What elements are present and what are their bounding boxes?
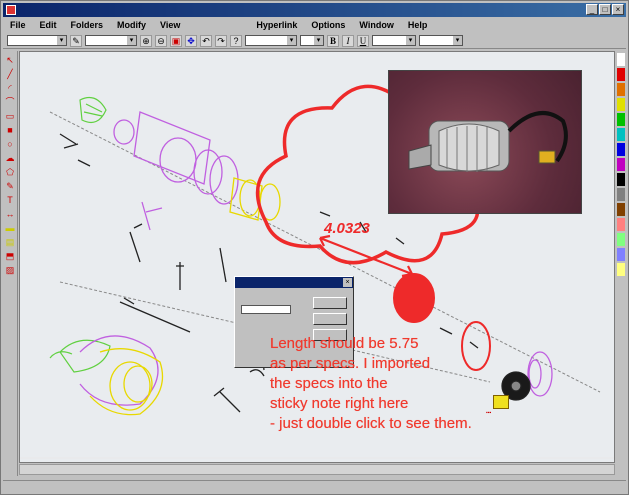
close-button[interactable]: × xyxy=(612,4,624,15)
cloud-tool-icon[interactable]: ☁ xyxy=(5,153,15,163)
polyline-tool-icon[interactable]: ⌒ xyxy=(5,97,15,107)
line-tool-icon[interactable]: ╱ xyxy=(5,69,15,79)
layer-combo[interactable] xyxy=(7,35,67,46)
drawing-canvas[interactable]: 4.0323 × Length should be 5.75 as per sp… xyxy=(19,51,615,463)
color-swatch[interactable] xyxy=(617,113,625,126)
arc-tool-icon[interactable]: ◜ xyxy=(5,83,15,93)
dialog-title-bar: × xyxy=(235,277,353,288)
color-swatch[interactable] xyxy=(617,128,625,141)
sticky-note-label: ▪▪▪ xyxy=(486,410,492,416)
eraser-tool-icon[interactable]: ▨ xyxy=(5,265,15,275)
underline-button[interactable]: U xyxy=(357,34,369,47)
color-swatch[interactable] xyxy=(617,68,625,81)
minimize-button[interactable]: _ xyxy=(586,4,598,15)
redo-icon[interactable]: ↷ xyxy=(215,34,227,47)
freehand-tool-icon[interactable]: ✎ xyxy=(5,181,15,191)
color-swatch[interactable] xyxy=(617,173,625,186)
font-combo[interactable] xyxy=(245,35,297,46)
note-line: - just double click to see them. xyxy=(270,415,472,432)
zoom-window-icon[interactable]: ▣ xyxy=(170,34,182,47)
menu-hyperlink[interactable]: Hyperlink xyxy=(249,20,304,30)
line-width-combo[interactable] xyxy=(419,35,463,46)
highlighter-tool-icon[interactable]: ▬ xyxy=(5,223,15,233)
horizontal-scrollbar[interactable] xyxy=(19,464,615,475)
filled-rectangle-tool-icon[interactable]: ■ xyxy=(5,125,15,135)
markup-toolbar: ↖ ╱ ◜ ⌒ ▭ ■ ○ ☁ ⬠ ✎ T ↔ ▬ ▤ ⬒ ▨ xyxy=(3,51,18,476)
menu-modify[interactable]: Modify xyxy=(110,20,153,30)
note-line: the specs into the xyxy=(270,375,388,392)
style-combo[interactable] xyxy=(85,35,137,46)
italic-button[interactable]: I xyxy=(342,34,354,47)
help-icon[interactable]: ? xyxy=(230,34,242,47)
zoom-out-icon[interactable]: ⊖ xyxy=(155,34,167,47)
color-swatch[interactable] xyxy=(617,143,625,156)
note-line: sticky note right here xyxy=(270,395,409,412)
menu-file[interactable]: File xyxy=(3,20,33,30)
app-icon xyxy=(6,5,16,15)
note-line: Length should be 5.75 xyxy=(270,335,419,352)
ellipse-tool-icon[interactable]: ○ xyxy=(5,139,15,149)
line-style-combo[interactable] xyxy=(372,35,416,46)
markup-note-text: Length should be 5.75 as per specs. I im… xyxy=(270,334,472,434)
application-window: _ □ × File Edit Folders Modify View Hype… xyxy=(0,0,629,495)
color-swatch[interactable] xyxy=(617,248,625,261)
rectangle-tool-icon[interactable]: ▭ xyxy=(5,111,15,121)
color-swatch[interactable] xyxy=(617,53,625,66)
color-swatch[interactable] xyxy=(617,188,625,201)
dialog-close-icon[interactable]: × xyxy=(343,278,352,287)
menu-window[interactable]: Window xyxy=(352,20,400,30)
text-tool-icon[interactable]: T xyxy=(5,195,15,205)
dialog-cancel-button[interactable] xyxy=(313,313,347,325)
menu-edit[interactable]: Edit xyxy=(33,20,64,30)
color-palette xyxy=(616,51,626,476)
dimension-tool-icon[interactable]: ↔ xyxy=(5,209,15,219)
menu-bar: File Edit Folders Modify View Hyperlink … xyxy=(3,18,626,32)
sticky-note-icon[interactable] xyxy=(493,395,509,409)
color-swatch[interactable] xyxy=(617,233,625,246)
font-size-combo[interactable] xyxy=(300,35,324,46)
pan-icon[interactable]: ✥ xyxy=(185,34,197,47)
color-swatch[interactable] xyxy=(617,158,625,171)
menu-help[interactable]: Help xyxy=(401,20,435,30)
color-swatch[interactable] xyxy=(617,203,625,216)
menu-view[interactable]: View xyxy=(153,20,187,30)
select-arrow-icon[interactable]: ↖ xyxy=(5,55,15,65)
dialog-ok-button[interactable] xyxy=(313,297,347,309)
sticky-note-tool-icon[interactable]: ▤ xyxy=(5,237,15,247)
color-swatch[interactable] xyxy=(617,263,625,276)
pen-icon[interactable]: ✎ xyxy=(70,34,82,47)
zoom-in-icon[interactable]: ⊕ xyxy=(140,34,152,47)
polygon-tool-icon[interactable]: ⬠ xyxy=(5,167,15,177)
product-photo xyxy=(388,70,582,214)
bold-button[interactable]: B xyxy=(327,34,339,47)
dimension-value-label: 4.0323 xyxy=(324,220,370,237)
toolbar: ✎ ⊕ ⊖ ▣ ✥ ↶ ↷ ? B I U xyxy=(3,33,626,49)
status-bar xyxy=(3,480,626,494)
window-controls: _ □ × xyxy=(586,4,624,15)
menu-options[interactable]: Options xyxy=(304,20,352,30)
note-line: as per specs. I imported xyxy=(270,355,431,372)
color-swatch[interactable] xyxy=(617,98,625,111)
maximize-button[interactable]: □ xyxy=(599,4,611,15)
green-fitting-part xyxy=(49,97,111,373)
undo-icon[interactable]: ↶ xyxy=(200,34,212,47)
title-bar: _ □ × xyxy=(3,3,626,17)
color-swatch[interactable] xyxy=(617,218,625,231)
color-swatch[interactable] xyxy=(617,83,625,96)
dialog-value-input[interactable] xyxy=(241,305,291,314)
stamp-tool-icon[interactable]: ⬒ xyxy=(5,251,15,261)
menu-folders[interactable]: Folders xyxy=(64,20,111,30)
